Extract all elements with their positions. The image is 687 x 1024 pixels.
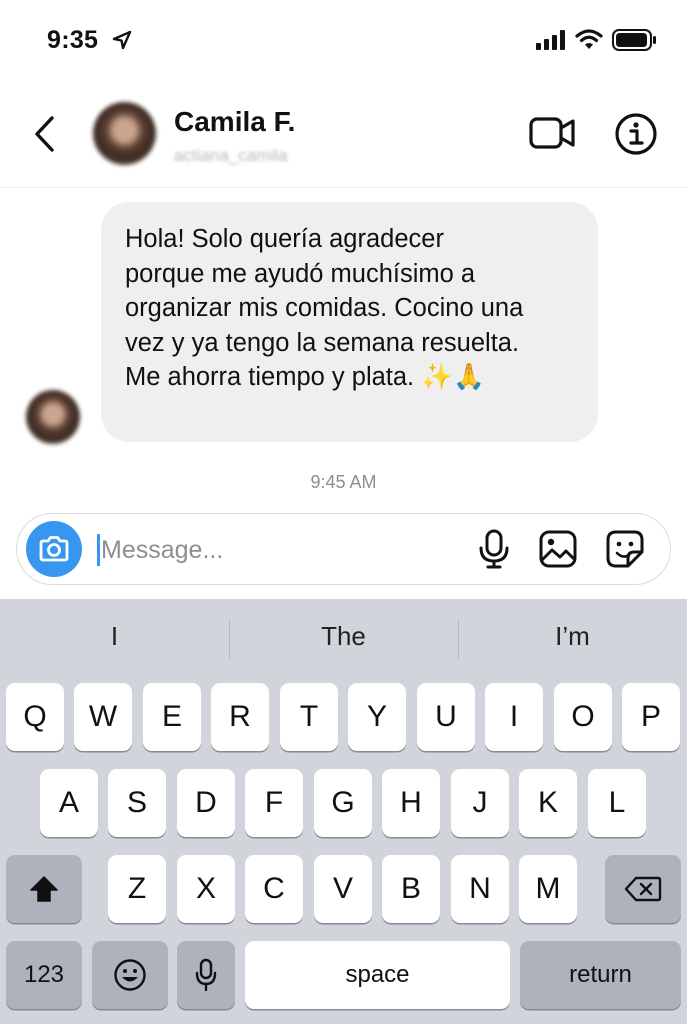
key-s[interactable]: S — [108, 769, 166, 837]
delete-key[interactable] — [605, 855, 681, 923]
microphone-icon[interactable] — [477, 529, 511, 569]
key-o[interactable]: O — [554, 683, 612, 751]
shift-icon — [30, 876, 58, 902]
cellular-signal-icon — [536, 30, 565, 50]
key-h[interactable]: H — [382, 769, 440, 837]
key-j[interactable]: J — [451, 769, 509, 837]
key-z[interactable]: Z — [108, 855, 166, 923]
status-time: 9:35 — [47, 26, 99, 54]
suggestion-1[interactable]: I — [0, 621, 229, 652]
emoji-icon — [114, 959, 146, 991]
suggestion-bar: I The I’m — [0, 599, 687, 677]
message-composer — [16, 513, 671, 585]
key-w[interactable]: W — [74, 683, 132, 751]
emoji-key[interactable] — [92, 941, 168, 1009]
key-k[interactable]: K — [519, 769, 577, 837]
key-l[interactable]: L — [588, 769, 646, 837]
key-e[interactable]: E — [143, 683, 201, 751]
back-chevron-icon[interactable] — [30, 114, 60, 154]
key-x[interactable]: X — [177, 855, 235, 923]
key-a[interactable]: A — [40, 769, 98, 837]
location-arrow-icon — [112, 30, 132, 50]
key-i[interactable]: I — [485, 683, 543, 751]
camera-button[interactable] — [26, 521, 82, 577]
key-u[interactable]: U — [417, 683, 475, 751]
space-key[interactable]: space — [245, 941, 510, 1009]
contact-name[interactable]: Camila F. — [174, 106, 295, 138]
shift-key[interactable] — [6, 855, 82, 923]
numbers-key[interactable]: 123 — [6, 941, 82, 1009]
key-p[interactable]: P — [622, 683, 680, 751]
key-y[interactable]: Y — [348, 683, 406, 751]
message-timestamp: 9:45 AM — [310, 472, 377, 492]
return-key[interactable]: return — [520, 941, 681, 1009]
message-text: Hola! Solo quería agradecer porque me ay… — [125, 225, 524, 391]
message-bubble[interactable]: Hola! Solo quería agradecer porque me ay… — [101, 202, 598, 442]
status-bar: 9:35 — [0, 0, 687, 84]
key-d[interactable]: D — [177, 769, 235, 837]
delete-icon — [624, 876, 662, 902]
key-c[interactable]: C — [245, 855, 303, 923]
avatar[interactable] — [93, 102, 156, 165]
key-q[interactable]: Q — [6, 683, 64, 751]
key-m[interactable]: M — [519, 855, 577, 923]
key-t[interactable]: T — [280, 683, 338, 751]
message-input[interactable] — [101, 528, 461, 572]
keyboard: I The I’m Q W E R T Y U I O P A S D F G … — [0, 599, 687, 1024]
key-f[interactable]: F — [245, 769, 303, 837]
camera-icon — [39, 536, 69, 562]
suggestion-2[interactable]: The — [229, 621, 458, 652]
key-b[interactable]: B — [382, 855, 440, 923]
wifi-icon — [575, 29, 603, 49]
text-caret — [97, 534, 100, 566]
dictation-key[interactable] — [177, 941, 235, 1009]
battery-icon — [612, 29, 656, 51]
chat-header: Camila F. actiana_camila — [0, 84, 687, 188]
gallery-icon[interactable] — [539, 530, 577, 568]
video-call-icon[interactable] — [528, 114, 576, 152]
sticker-icon[interactable] — [606, 530, 644, 568]
suggestion-3[interactable]: I’m — [458, 621, 687, 652]
key-r[interactable]: R — [211, 683, 269, 751]
info-icon[interactable] — [614, 112, 658, 156]
contact-username: actiana_camila — [174, 146, 288, 165]
dictation-mic-icon — [195, 958, 217, 992]
key-g[interactable]: G — [314, 769, 372, 837]
key-v[interactable]: V — [314, 855, 372, 923]
sender-avatar[interactable] — [26, 390, 80, 444]
key-n[interactable]: N — [451, 855, 509, 923]
